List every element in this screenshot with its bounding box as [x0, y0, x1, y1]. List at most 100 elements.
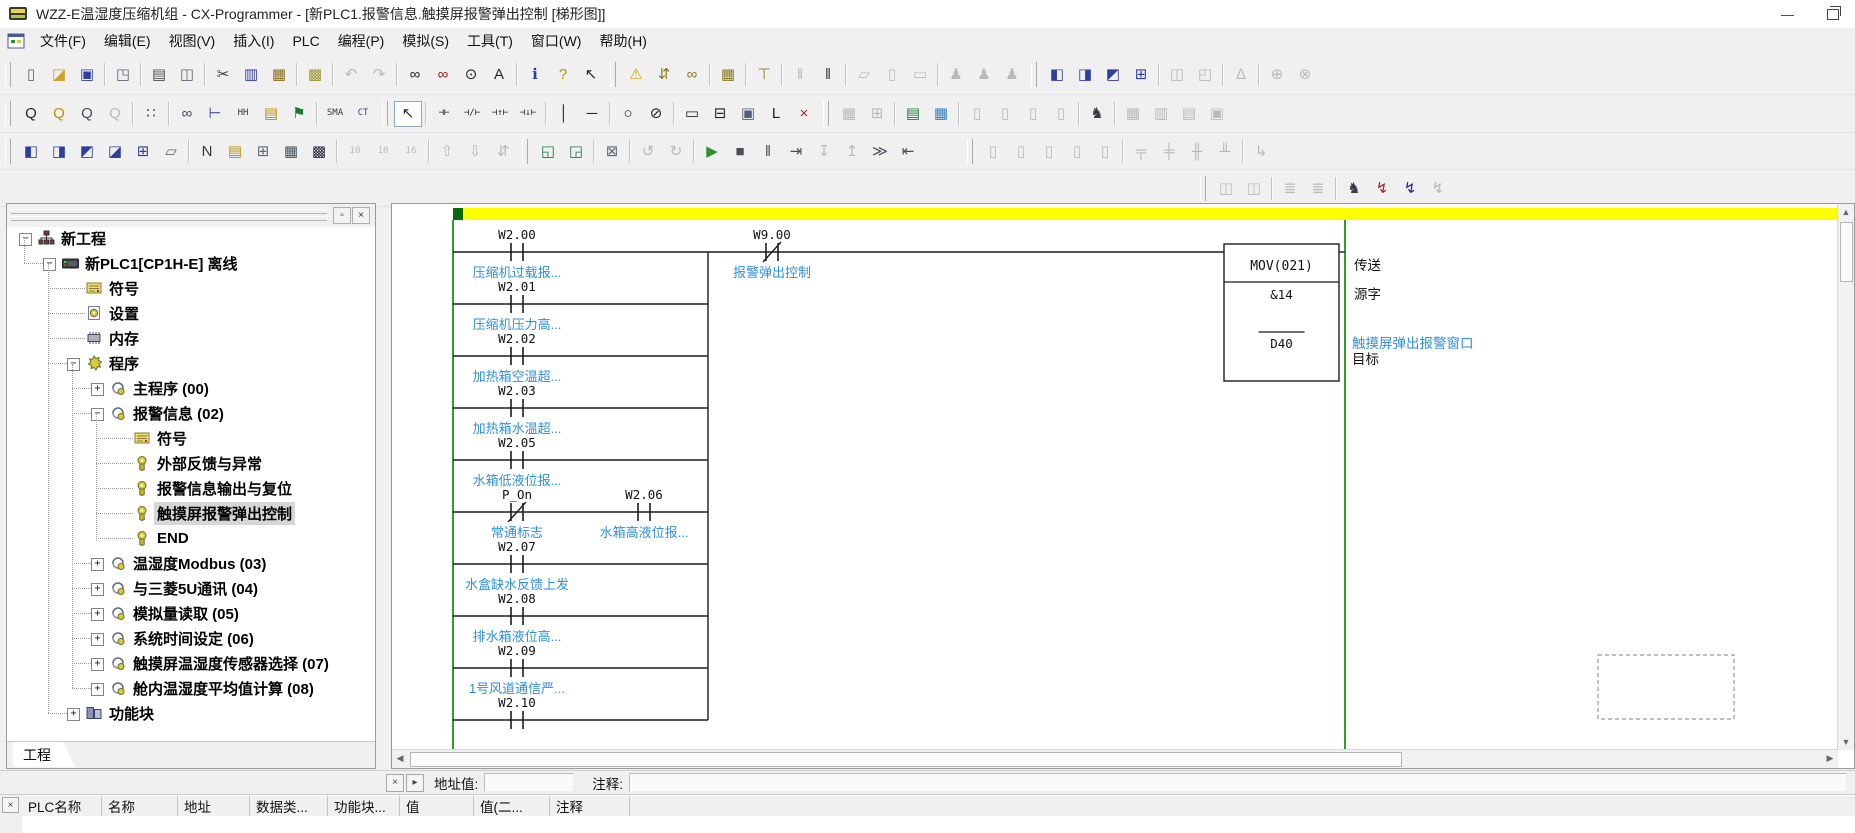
tree-item-new-project[interactable]: −新工程 [7, 227, 375, 251]
toolbar-grip[interactable] [5, 101, 11, 126]
menu-file[interactable]: 文件(F) [31, 28, 95, 54]
menu-edit[interactable]: 编辑(E) [95, 28, 160, 54]
online-edit-begin-button[interactable]: ▱ [850, 61, 878, 87]
new-closed-coil-button[interactable]: ⊘ [642, 101, 670, 127]
new-vertical-button[interactable]: │ [550, 101, 578, 127]
expand-toggle-sensor-select[interactable]: + [91, 658, 104, 671]
col-address[interactable]: 地址 [178, 795, 250, 816]
zoom-in-button[interactable]: Q [17, 101, 45, 127]
redo-button[interactable]: ↷ [365, 61, 393, 87]
online-edit-send-button[interactable]: ▯ [878, 61, 906, 87]
col-value-binary[interactable]: 值(二... [474, 795, 550, 816]
contact-P_On[interactable]: P_On常通标志 [491, 487, 543, 540]
menu-window[interactable]: 窗口(W) [522, 28, 591, 54]
calendar-tool-button[interactable]: ▦ [927, 101, 955, 127]
io-monitor-5-button[interactable]: ▯ [1091, 138, 1119, 164]
sim-to-end-button[interactable]: ⇤ [894, 138, 922, 164]
window-extra-2-button[interactable]: ◰ [1191, 61, 1219, 87]
save-file-button[interactable]: ▣ [73, 61, 101, 87]
tree-item-function-blocks[interactable]: +功能块 [7, 701, 375, 726]
select-mode-button[interactable]: ↖ [394, 101, 422, 127]
toolbar-grip[interactable] [1200, 176, 1206, 201]
io-monitor-2-button[interactable]: ▯ [1007, 138, 1035, 164]
contact-W2.08[interactable]: W2.08排水箱液位高... [473, 591, 562, 644]
menu-help[interactable]: 帮助(H) [590, 28, 655, 54]
new-contact-or-button[interactable]: ⊣↑⊢ [486, 101, 514, 127]
diagram-view-5-button[interactable]: ⊞ [129, 138, 157, 164]
help-button[interactable]: ? [549, 61, 577, 87]
expand-toggle-modbus[interactable]: + [91, 558, 104, 571]
monitor-mode-button[interactable]: ◲ [562, 138, 590, 164]
sim-stop-button[interactable]: ■ [726, 138, 754, 164]
list-view-b-button[interactable]: ≣ [1304, 175, 1332, 201]
expand-toggle-analog-read[interactable]: + [91, 608, 104, 621]
new-file-button[interactable]: ▯ [17, 61, 45, 87]
tree-item-memory[interactable]: 内存 [7, 326, 375, 351]
show-grid-button[interactable]: ∷ [137, 101, 165, 127]
io-monitor-3-button[interactable]: ▯ [1035, 138, 1063, 164]
tree-item-end-section[interactable]: END [7, 526, 375, 551]
find-replace-button[interactable]: ∞ [429, 61, 457, 87]
mail-transfer-button[interactable]: ⊠ [598, 138, 626, 164]
monitor-check-button[interactable]: ⊤ [750, 61, 778, 87]
minimize-button[interactable]: — [1765, 0, 1810, 28]
child-window-icon[interactable] [7, 33, 25, 49]
tree-item-system-time[interactable]: +系统时间设定 (06) [7, 626, 375, 651]
swap-button[interactable]: ⇵ [489, 138, 517, 164]
zoom-fit-button[interactable]: Q [101, 101, 129, 127]
address-bar-expand-button[interactable]: ▸ [406, 774, 424, 792]
panel-close-button[interactable]: × [352, 207, 370, 224]
align-middle-button[interactable]: ╪ [1155, 138, 1183, 164]
paste-button[interactable]: ▦ [265, 61, 293, 87]
compile-plc-program-button[interactable]: ⇵ [650, 61, 678, 87]
transfer-check-button[interactable]: ▦ [714, 61, 742, 87]
io-monitor-4-button[interactable]: ▯ [1063, 138, 1091, 164]
contact-W2.10[interactable]: W2.10 [498, 695, 536, 729]
window-cascade-button[interactable]: ◩ [1099, 61, 1127, 87]
tree-item-symbols[interactable]: 符号 [7, 276, 375, 301]
compile-program-button[interactable]: ⚠ [622, 61, 650, 87]
find-report-button[interactable]: ∞ [678, 61, 706, 87]
what-is-this-button[interactable]: ↖ [577, 61, 605, 87]
indent-right-button[interactable]: ◫ [1240, 175, 1268, 201]
user-refresh-button[interactable]: ♟ [970, 61, 998, 87]
move-up-button[interactable]: ⇧ [433, 138, 461, 164]
tree-item-alarm-symbols[interactable]: 符号 [7, 426, 375, 451]
tree-item-mitsubishi-comm[interactable]: +与三菱5U通讯 (04) [7, 576, 375, 601]
symbol-flag-button[interactable]: ⚑ [285, 101, 313, 127]
find-symbol-button[interactable]: ⊙ [457, 61, 485, 87]
col-plc-name[interactable]: PLC名称 [22, 795, 102, 816]
table-view-button[interactable]: ▦ [277, 138, 305, 164]
rung-header-bar[interactable] [463, 208, 1839, 220]
tree-item-programs[interactable]: −程序 [7, 351, 375, 376]
undo-button[interactable]: ↶ [337, 61, 365, 87]
online-edit-cancel-button[interactable]: ▭ [906, 61, 934, 87]
tree-item-external-feedback[interactable]: 外部反馈与异常 [7, 451, 375, 476]
browse-tool-button[interactable]: ♞ [1083, 101, 1111, 127]
sim-step-out-button[interactable]: ↥ [838, 138, 866, 164]
new-horizontal-button[interactable]: ─ [578, 101, 606, 127]
navigate-tool-button[interactable]: ♞ [1340, 175, 1368, 201]
align-top-button[interactable]: ╤ [1127, 138, 1155, 164]
paste-special-button[interactable]: ▩ [301, 61, 329, 87]
comment-view-button[interactable]: ▤ [221, 138, 249, 164]
diagram-view-4-button[interactable]: ◪ [101, 138, 129, 164]
scroll-right-button[interactable]: ▶ [1822, 750, 1838, 767]
expand-toggle-new-project[interactable]: − [19, 233, 32, 246]
panel-grip[interactable] [11, 209, 327, 214]
sim-step-in-button[interactable]: ↧ [810, 138, 838, 164]
show-ruler-button[interactable]: ⊢ [201, 101, 229, 127]
pause-shadow-button[interactable]: ‖ [786, 61, 814, 87]
expand-toggle-average-calc[interactable]: + [91, 683, 104, 696]
end-instruction-button[interactable]: L [762, 101, 790, 127]
expand-toggle-mitsubishi-comm[interactable]: + [91, 583, 104, 596]
contact-W2.09[interactable]: W2.091号风道通信严... [469, 643, 565, 696]
col-name[interactable]: 名称 [102, 795, 178, 816]
pause-button[interactable]: ‖ [814, 61, 842, 87]
user-add-button[interactable]: ♟ [942, 61, 970, 87]
menu-view[interactable]: 视图(V) [160, 28, 225, 54]
contact-W2.00[interactable]: W2.00压缩机过载报... [473, 227, 562, 280]
watch-tool-button[interactable]: ▦ [835, 101, 863, 127]
panel-grip[interactable] [11, 216, 327, 221]
new-instruction-button[interactable]: ▭ [678, 101, 706, 127]
